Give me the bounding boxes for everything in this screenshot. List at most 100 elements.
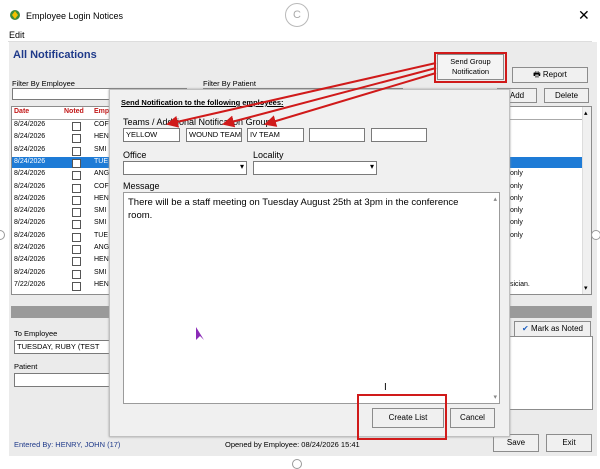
- row-date: 8/24/2026: [14, 207, 46, 215]
- row-date: 8/24/2026: [14, 133, 46, 141]
- scroll-up-icon[interactable]: ▴: [493, 195, 497, 203]
- notes-area[interactable]: [505, 336, 593, 410]
- row-date: 8/24/2026: [14, 194, 46, 202]
- row-employee: ANG: [94, 170, 110, 178]
- filter-employee-label: Filter By Employee: [12, 79, 75, 88]
- row-notice-tail: only: [510, 194, 523, 202]
- app-icon: [10, 10, 20, 20]
- row-employee: COF: [94, 182, 109, 190]
- noted-checkbox[interactable]: [72, 220, 81, 230]
- row-date: 8/24/2026: [14, 244, 46, 251]
- row-date: 8/24/2026: [14, 256, 46, 264]
- menu-edit[interactable]: Edit: [9, 30, 25, 40]
- group-field-4[interactable]: [309, 128, 365, 142]
- row-employee: COF: [94, 121, 109, 128]
- report-button[interactable]: 🖶 Report: [512, 67, 588, 83]
- group-field-3[interactable]: IV TEAM: [247, 128, 304, 142]
- noted-checkbox[interactable]: [72, 122, 81, 131]
- row-employee: SMI: [94, 268, 107, 276]
- row-notice-tail: only: [510, 219, 523, 227]
- groups-label: Teams / Additional Notification Groups: [123, 117, 276, 127]
- row-date: 8/24/2026: [14, 182, 46, 190]
- row-date: 8/24/2026: [14, 121, 46, 128]
- office-select[interactable]: ▾: [123, 161, 247, 175]
- row-date: 8/24/2026: [14, 157, 46, 165]
- send-group-highlight: [434, 52, 507, 83]
- mark-as-noted-button[interactable]: ✔ Mark as Noted: [514, 321, 591, 337]
- window-title: Employee Login Notices: [26, 11, 124, 21]
- to-employee-field[interactable]: TUESDAY, RUBY (TEST: [14, 340, 114, 354]
- entered-by-text: Entered By: HENRY, JOHN (17): [14, 440, 121, 449]
- chevron-down-icon: ▾: [239, 162, 244, 171]
- noted-checkbox[interactable]: [72, 245, 81, 254]
- resize-handle-left[interactable]: [0, 230, 5, 240]
- row-date: 8/24/2026: [14, 170, 46, 178]
- filter-patient-label: Filter By Patient: [203, 79, 256, 88]
- page-title: All Notifications: [13, 49, 97, 61]
- row-notice-tail: sician.: [510, 280, 530, 288]
- table-scrollbar[interactable]: ▴ ▾: [582, 107, 591, 294]
- opened-by-text: Opened by Employee: 08/24/2026 15:41: [225, 440, 360, 449]
- row-employee: TUE: [94, 157, 108, 165]
- row-date: 7/22/2026: [14, 280, 46, 288]
- noted-checkbox[interactable]: [72, 195, 81, 205]
- row-notice-tail: only: [510, 182, 523, 190]
- row-date: 8/24/2026: [14, 268, 46, 276]
- rotate-handle-icon[interactable]: C: [285, 3, 309, 27]
- create-list-highlight: [357, 394, 447, 440]
- row-employee: TUE: [94, 231, 108, 239]
- row-employee: ANG: [94, 244, 110, 251]
- row-employee: HEN: [94, 194, 109, 202]
- row-date: 8/24/2026: [14, 231, 46, 239]
- message-text: There will be a staff meeting on Tuesday…: [128, 197, 459, 221]
- row-date: 8/24/2026: [14, 145, 46, 153]
- noted-checkbox[interactable]: [72, 281, 81, 291]
- patient-field[interactable]: [14, 373, 114, 387]
- row-employee: HEN: [94, 280, 109, 288]
- office-label: Office: [123, 150, 147, 160]
- report-label: Report: [542, 70, 567, 79]
- to-employee-label: To Employee: [14, 329, 58, 338]
- header-emp[interactable]: Emp: [94, 108, 109, 115]
- row-employee: SMI: [94, 219, 107, 227]
- row-employee: SMI: [94, 145, 107, 153]
- noted-checkbox[interactable]: [72, 232, 81, 242]
- group-field-2[interactable]: WOUND TEAM: [186, 128, 242, 142]
- locality-select[interactable]: ▾: [253, 161, 377, 175]
- noted-checkbox[interactable]: [72, 171, 81, 181]
- header-date[interactable]: Date: [14, 108, 29, 115]
- row-employee: HEN: [94, 256, 109, 264]
- row-employee: HEN: [94, 133, 109, 141]
- checkmark-icon: ✔: [522, 324, 529, 333]
- row-date: 8/24/2026: [14, 219, 46, 227]
- noted-checkbox[interactable]: [72, 257, 81, 267]
- message-textarea[interactable]: There will be a staff meeting on Tuesday…: [123, 192, 500, 404]
- mark-noted-label: Mark as Noted: [530, 324, 583, 333]
- exit-button[interactable]: Exit: [546, 434, 592, 452]
- delete-button[interactable]: Delete: [544, 88, 589, 103]
- scroll-down-icon[interactable]: ▾: [584, 284, 588, 292]
- header-noted[interactable]: Noted: [64, 108, 84, 115]
- noted-checkbox[interactable]: [72, 158, 81, 168]
- scroll-down-icon[interactable]: ▾: [493, 393, 497, 401]
- noted-checkbox[interactable]: [72, 269, 81, 279]
- resize-handle-right[interactable]: [591, 230, 600, 240]
- group-field-5[interactable]: [371, 128, 427, 142]
- noted-checkbox[interactable]: [72, 183, 81, 193]
- row-notice-tail: only: [510, 170, 523, 178]
- patient-label: Patient: [14, 362, 38, 371]
- noted-checkbox[interactable]: [72, 134, 81, 144]
- printer-icon: 🖶: [533, 70, 541, 79]
- scroll-up-icon[interactable]: ▴: [584, 109, 588, 117]
- noted-checkbox[interactable]: [72, 208, 81, 218]
- row-notice-tail: only: [510, 207, 523, 215]
- cancel-button[interactable]: Cancel: [450, 408, 495, 428]
- row-notice-tail: only: [510, 231, 523, 239]
- locality-label: Locality: [253, 150, 284, 160]
- row-employee: SMI: [94, 207, 107, 215]
- chevron-down-icon: ▾: [369, 162, 374, 171]
- group-field-1[interactable]: YELLOW: [123, 128, 180, 142]
- noted-checkbox[interactable]: [72, 146, 81, 156]
- message-label: Message: [123, 181, 160, 191]
- close-icon[interactable]: ✕: [578, 8, 590, 24]
